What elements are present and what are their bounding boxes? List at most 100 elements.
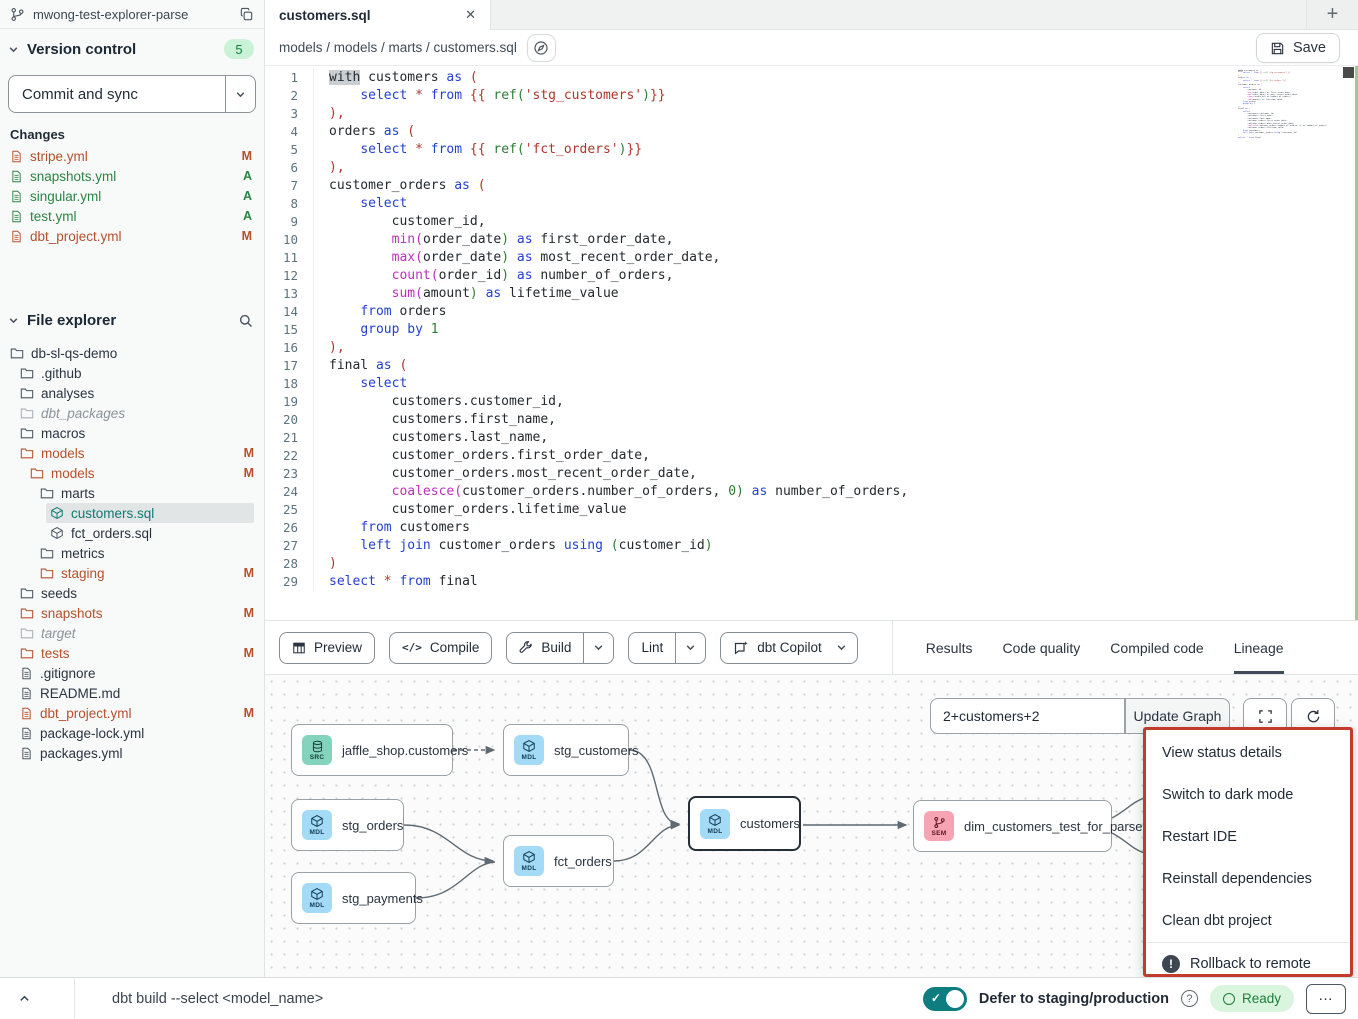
editor-scrollbar[interactable] <box>1343 66 1354 620</box>
breadcrumb-bar: models / models / marts / customers.sql … <box>265 30 1358 66</box>
file-explorer-header[interactable]: File explorer <box>0 302 264 335</box>
folder-icon <box>20 426 34 440</box>
collapse-panel-button[interactable] <box>0 978 75 1019</box>
src-badge-icon: SRC <box>302 735 332 765</box>
change-item[interactable]: stripe.ymlM <box>0 146 264 166</box>
tree-item-label: target <box>41 626 250 641</box>
explore-compass-icon[interactable] <box>527 34 556 62</box>
change-item[interactable]: snapshots.ymlA <box>0 166 264 186</box>
code-lines[interactable]: with customers as ( select * from {{ ref… <box>313 69 908 591</box>
file-tree-item--github[interactable]: .github <box>0 363 264 383</box>
file-tree-item--gitignore[interactable]: .gitignore <box>0 663 264 683</box>
node-label: stg_customers <box>554 743 639 758</box>
panel-tab-compiled-code[interactable]: Compiled code <box>1095 621 1218 674</box>
change-item[interactable]: dbt_project.ymlM <box>0 226 264 246</box>
file-tree-item-readme-md[interactable]: README.md <box>0 683 264 703</box>
change-status: M <box>242 229 252 243</box>
command-input[interactable]: dbt build --select <model_name> <box>75 991 923 1007</box>
build-button[interactable]: Build <box>506 632 614 664</box>
sem-badge-icon: SEM <box>924 811 954 841</box>
lint-dropdown-button[interactable] <box>675 633 705 663</box>
tab-customers-sql[interactable]: customers.sql ✕ <box>265 0 491 30</box>
lint-button[interactable]: Lint <box>628 632 706 664</box>
menu-item-view-status-details[interactable]: View status details <box>1146 732 1350 774</box>
save-button[interactable]: Save <box>1256 33 1340 63</box>
copy-icon[interactable] <box>239 7 254 22</box>
lineage-canvas[interactable]: SRCjaffle_shop.customersMDLstg_customers… <box>265 675 1358 977</box>
change-status: A <box>243 169 252 183</box>
panel-tab-lineage[interactable]: Lineage <box>1219 621 1299 674</box>
change-item[interactable]: test.ymlA <box>0 206 264 226</box>
panel-tab-label: Lineage <box>1234 640 1284 656</box>
folder-icon <box>20 626 34 640</box>
change-file-name: stripe.yml <box>30 149 235 164</box>
lineage-selector-input[interactable] <box>930 698 1125 734</box>
file-tree-item-macros[interactable]: macros <box>0 423 264 443</box>
chevron-down-icon <box>8 315 19 326</box>
menu-item-reinstall-dependencies[interactable]: Reinstall dependencies <box>1146 858 1350 900</box>
panel-tab-results[interactable]: Results <box>911 621 988 674</box>
file-tree-item-models[interactable]: modelsM <box>0 463 264 483</box>
git-branch-icon <box>10 7 25 22</box>
status-bar: dbt build --select <model_name> ✓ Defer … <box>0 977 1358 1019</box>
version-control-title: Version control <box>27 41 216 58</box>
folder-icon <box>10 346 24 360</box>
menu-item-restart-ide[interactable]: Restart IDE <box>1146 816 1350 858</box>
build-dropdown-button[interactable] <box>583 633 613 663</box>
mdl-badge-icon: MDL <box>302 810 332 840</box>
file-tree-item-dbt-packages[interactable]: dbt_packages <box>0 403 264 423</box>
file-tree-item-db-sl-qs-demo[interactable]: db-sl-qs-demo <box>0 343 264 363</box>
dbt-copilot-button[interactable]: dbt Copilot <box>720 632 858 664</box>
branch-name: mwong-test-explorer-parse <box>33 7 231 22</box>
compile-button[interactable]: </> Compile <box>389 632 492 664</box>
lineage-node-jaffle[interactable]: SRCjaffle_shop.customers <box>291 724 453 776</box>
lineage-node-stg_orders[interactable]: MDLstg_orders <box>291 799 404 851</box>
file-tree-item-staging[interactable]: stagingM <box>0 563 264 583</box>
file-tree-item-fct-orders-sql[interactable]: fct_orders.sql <box>0 523 264 543</box>
preview-label: Preview <box>314 640 362 655</box>
file-tree-item-target[interactable]: target <box>0 623 264 643</box>
file-icon <box>20 687 33 700</box>
scrollbar-thumb[interactable] <box>1343 67 1354 78</box>
lineage-node-dim[interactable]: SEMdim_customers_test_for_parse <box>913 800 1112 852</box>
defer-toggle[interactable]: ✓ <box>923 987 967 1011</box>
model-cube-icon <box>50 526 64 540</box>
tab-title: customers.sql <box>279 8 455 23</box>
preview-button[interactable]: Preview <box>279 632 375 664</box>
file-tree-item-seeds[interactable]: seeds <box>0 583 264 603</box>
search-icon[interactable] <box>238 313 254 329</box>
more-options-button[interactable]: … <box>1306 984 1346 1014</box>
file-tree-item-analyses[interactable]: analyses <box>0 383 264 403</box>
tree-item-label: models <box>41 446 240 461</box>
code-editor[interactable]: 1234567891011121314151617181920212223242… <box>265 66 1358 620</box>
menu-item-rollback-to-remote[interactable]: !Rollback to remote <box>1146 943 1350 977</box>
copilot-dropdown-chevron[interactable] <box>834 642 857 653</box>
file-tree-item-tests[interactable]: testsM <box>0 643 264 663</box>
lineage-node-stg_customers[interactable]: MDLstg_customers <box>503 724 629 776</box>
commit-and-sync-button[interactable]: Commit and sync <box>8 75 256 113</box>
new-tab-button[interactable]: + <box>1306 0 1358 29</box>
lineage-node-fct_orders[interactable]: MDLfct_orders <box>503 835 614 887</box>
file-tree-item-packages-yml[interactable]: packages.yml <box>0 743 264 763</box>
change-item[interactable]: singular.ymlA <box>0 186 264 206</box>
file-tree-item-dbt-project-yml[interactable]: dbt_project.ymlM <box>0 703 264 723</box>
menu-item-clean-dbt-project[interactable]: Clean dbt project <box>1146 900 1350 942</box>
git-status: M <box>244 606 254 620</box>
tree-item-label: analyses <box>41 386 250 401</box>
panel-tab-code-quality[interactable]: Code quality <box>987 621 1095 674</box>
file-tree-item-package-lock-yml[interactable]: package-lock.yml <box>0 723 264 743</box>
commit-dropdown-button[interactable] <box>225 76 255 112</box>
version-control-header[interactable]: Version control 5 <box>0 29 264 65</box>
lineage-node-customers[interactable]: MDLcustomers <box>688 796 801 851</box>
file-tree-item-snapshots[interactable]: snapshotsM <box>0 603 264 623</box>
close-icon[interactable]: ✕ <box>465 7 476 23</box>
menu-item-switch-to-dark-mode[interactable]: Switch to dark mode <box>1146 774 1350 816</box>
file-tree-item-marts[interactable]: marts <box>0 483 264 503</box>
help-icon[interactable]: ? <box>1181 990 1198 1007</box>
file-tree-item-metrics[interactable]: metrics <box>0 543 264 563</box>
file-tree-item-models[interactable]: modelsM <box>0 443 264 463</box>
changes-count-badge: 5 <box>224 39 254 59</box>
file-tree-item-customers-sql[interactable]: customers.sql <box>0 503 264 523</box>
panel-tab-label: Results <box>926 640 973 656</box>
lineage-node-stg_payments[interactable]: MDLstg_payments <box>291 872 416 924</box>
